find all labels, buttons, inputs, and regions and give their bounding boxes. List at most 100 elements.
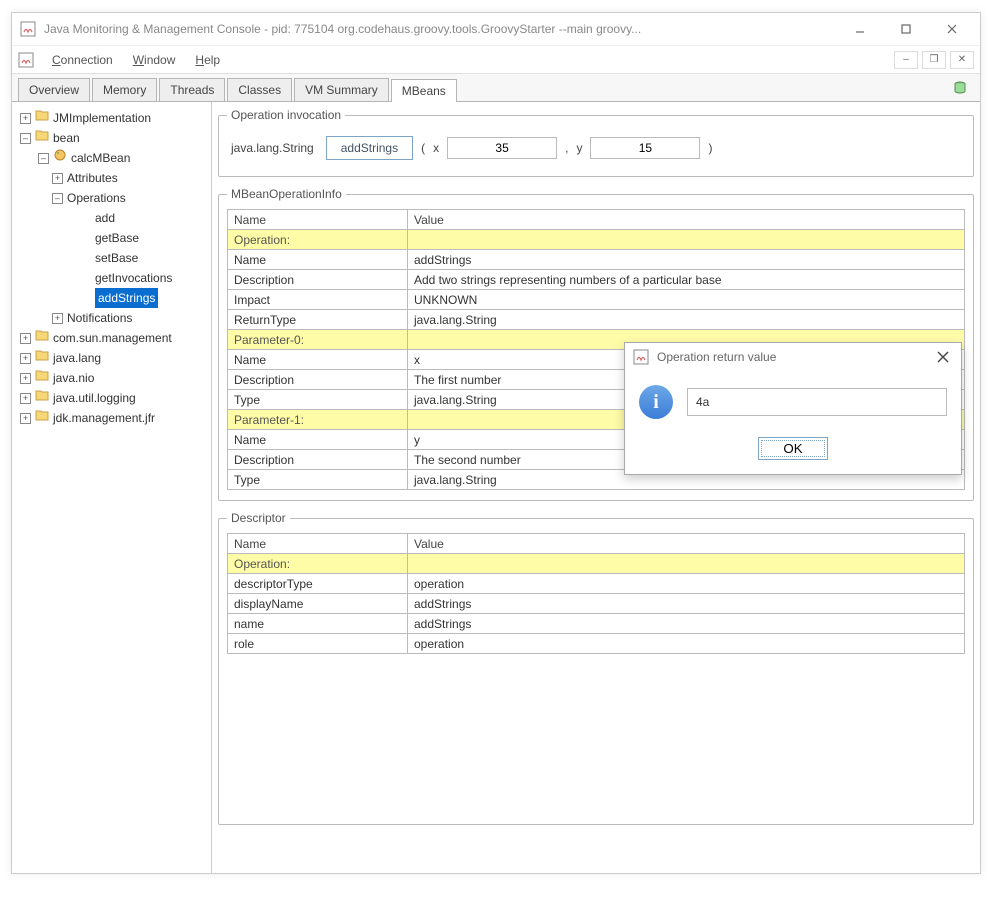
descriptor-group: Descriptor NameValue Operation: descript… [218, 511, 974, 825]
tree-node-javalang[interactable]: java.lang [53, 348, 101, 368]
row-rtype-key: ReturnType [228, 310, 408, 330]
tree-node-comsun[interactable]: com.sun.management [53, 328, 172, 348]
connect-icon[interactable] [946, 78, 974, 101]
tab-memory[interactable]: Memory [92, 78, 157, 101]
row-name-val: addStrings [408, 614, 965, 634]
collapse-icon[interactable]: – [20, 133, 31, 144]
expand-icon[interactable]: + [20, 413, 31, 424]
invocation-legend: Operation invocation [227, 108, 345, 122]
row-role-key: role [228, 634, 408, 654]
tabbar: Overview Memory Threads Classes VM Summa… [12, 74, 980, 102]
internal-close-button[interactable]: ✕ [950, 51, 974, 69]
param-x-input[interactable] [447, 137, 557, 159]
expand-icon[interactable]: + [20, 333, 31, 344]
expand-icon[interactable]: + [20, 393, 31, 404]
close-button[interactable] [938, 18, 966, 40]
tree-op-getbase[interactable]: getBase [95, 228, 139, 248]
tree-node-jdkjfr[interactable]: jdk.management.jfr [53, 408, 155, 428]
section-p1: Parameter-1: [228, 410, 408, 430]
internal-minimize-button[interactable]: – [894, 51, 918, 69]
tree-node-javalogging[interactable]: java.util.logging [53, 388, 136, 408]
row-impact-val: UNKNOWN [408, 290, 965, 310]
collapse-icon[interactable]: – [52, 193, 63, 204]
folder-icon [35, 348, 49, 368]
param-y-input[interactable] [590, 137, 700, 159]
dialog-title: Operation return value [657, 350, 933, 364]
menu-connection[interactable]: Connection [52, 53, 113, 67]
row-p0name-key: Name [228, 350, 408, 370]
dialog-titlebar: Operation return value [625, 343, 961, 371]
tree-node-jmimpl[interactable]: JMImplementation [53, 108, 151, 128]
tree-node-calcmbean[interactable]: calcMBean [71, 148, 130, 168]
menu-window[interactable]: Window [133, 53, 176, 67]
row-impact-key: Impact [228, 290, 408, 310]
return-value-text: 4a [696, 395, 709, 409]
tab-overview[interactable]: Overview [18, 78, 90, 101]
tree-op-getinvocations[interactable]: getInvocations [95, 268, 172, 288]
row-name-val: addStrings [408, 250, 965, 270]
expand-icon[interactable]: + [52, 313, 63, 324]
row-role-val: operation [408, 634, 965, 654]
info-icon: i [639, 385, 673, 419]
row-name-key: name [228, 614, 408, 634]
row-dname-val: addStrings [408, 594, 965, 614]
app-icon [20, 21, 36, 37]
app-icon [633, 349, 649, 365]
row-name-key: Name [228, 250, 408, 270]
tab-classes[interactable]: Classes [227, 78, 292, 101]
dialog-close-button[interactable] [933, 347, 953, 367]
paren-close: ) [708, 141, 712, 155]
mbeaninfo-legend: MBeanOperationInfo [227, 187, 346, 201]
tree-op-addstrings[interactable]: addStrings [95, 288, 158, 308]
expand-icon[interactable]: + [20, 113, 31, 124]
tab-threads[interactable]: Threads [159, 78, 225, 101]
descriptor-empty-area [227, 654, 965, 814]
mbean-tree[interactable]: +JMImplementation –bean –calcMBean +Attr… [12, 102, 212, 873]
main-pane: Operation invocation java.lang.String ad… [212, 102, 980, 873]
tree-node-bean[interactable]: bean [53, 128, 80, 148]
param-y-label: y [576, 141, 582, 155]
col-value: Value [408, 210, 965, 230]
folder-icon [35, 368, 49, 388]
tree-node-javanio[interactable]: java.nio [53, 368, 94, 388]
row-p1desc-key: Description [228, 450, 408, 470]
tab-vmsummary[interactable]: VM Summary [294, 78, 389, 101]
expand-icon[interactable]: + [52, 173, 63, 184]
folder-icon [35, 128, 49, 148]
row-p0type-key: Type [228, 390, 408, 410]
expand-icon[interactable]: + [20, 373, 31, 384]
maximize-button[interactable] [892, 18, 920, 40]
return-value-dialog: Operation return value i 4a OK [624, 342, 962, 475]
row-p1type-key: Type [228, 470, 408, 490]
internal-restore-button[interactable]: ❐ [922, 51, 946, 69]
collapse-icon[interactable]: – [38, 153, 49, 164]
window-controls [846, 18, 972, 40]
tree-node-attributes[interactable]: Attributes [67, 168, 118, 188]
tab-mbeans[interactable]: MBeans [391, 79, 457, 102]
row-p1name-key: Name [228, 430, 408, 450]
tree-op-setbase[interactable]: setBase [95, 248, 138, 268]
operation-invocation-group: Operation invocation java.lang.String ad… [218, 108, 974, 177]
folder-icon [35, 388, 49, 408]
row-p0desc-key: Description [228, 370, 408, 390]
col-value: Value [408, 534, 965, 554]
minimize-button[interactable] [846, 18, 874, 40]
paren-open: ( [421, 141, 425, 155]
tree-op-add[interactable]: add [95, 208, 115, 228]
internal-window-controls: – ❐ ✕ [894, 51, 974, 69]
menu-help[interactable]: Help [195, 53, 220, 67]
titlebar: Java Monitoring & Management Console - p… [12, 13, 980, 45]
folder-icon [35, 108, 49, 128]
tree-node-operations[interactable]: Operations [67, 188, 126, 208]
expand-icon[interactable]: + [20, 353, 31, 364]
col-name: Name [228, 534, 408, 554]
section-p0: Parameter-0: [228, 330, 408, 350]
invoke-button[interactable]: addStrings [326, 136, 413, 160]
tree-node-notifications[interactable]: Notifications [67, 308, 132, 328]
descriptor-table: NameValue Operation: descriptorTypeopera… [227, 533, 965, 654]
row-desc-key: Description [228, 270, 408, 290]
content: +JMImplementation –bean –calcMBean +Attr… [12, 102, 980, 873]
bean-icon [53, 148, 67, 168]
ok-button[interactable]: OK [758, 437, 827, 460]
return-value-field[interactable]: 4a [687, 388, 947, 416]
